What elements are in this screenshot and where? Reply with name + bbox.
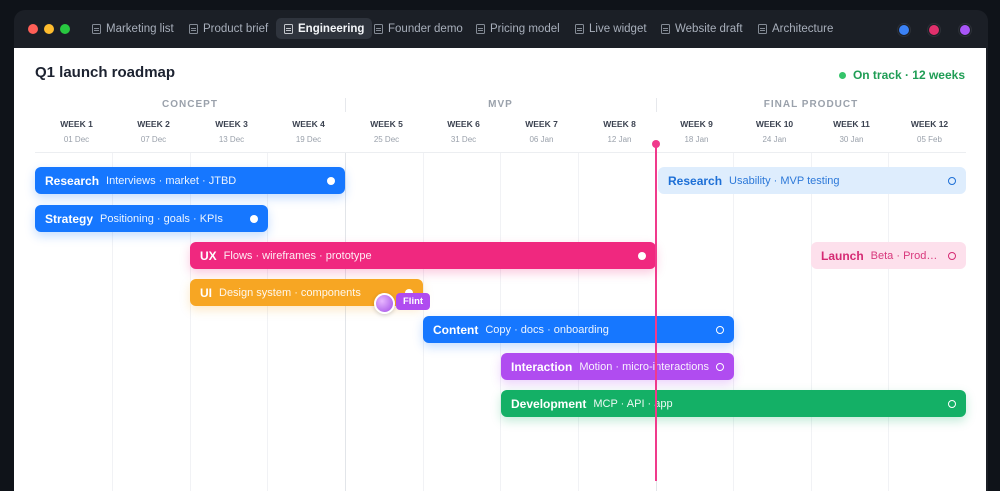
week-date: 07 Dec bbox=[140, 135, 167, 144]
today-marker-line bbox=[655, 143, 657, 481]
roadmap-board: Q1 launch roadmap On track · 12 weeks CO… bbox=[14, 48, 986, 491]
week-label: WEEK 12 bbox=[910, 119, 949, 129]
week-label: WEEK 10 bbox=[755, 119, 794, 129]
document-icon bbox=[476, 23, 485, 34]
phase-label: MVP bbox=[488, 99, 513, 110]
status-circle-icon[interactable] bbox=[716, 325, 724, 334]
status-circle-icon[interactable] bbox=[948, 399, 956, 408]
week-date: 01 Dec bbox=[63, 135, 90, 144]
grid-line bbox=[112, 153, 113, 491]
week-date: 05 Feb bbox=[917, 135, 942, 144]
grid-line bbox=[267, 153, 268, 491]
tab-product-brief[interactable]: Product brief bbox=[181, 18, 276, 39]
collaborator-cursor-avatar bbox=[374, 293, 395, 314]
tab-live-widget[interactable]: Live widget bbox=[567, 18, 655, 39]
collaborator-avatar[interactable] bbox=[959, 24, 971, 36]
task-bar-strategy[interactable]: Strategy Positioning · goals · KPIs bbox=[35, 205, 268, 232]
collaborator-avatar[interactable] bbox=[928, 24, 940, 36]
status-badge: On track · 12 weeks bbox=[838, 68, 965, 82]
tab-engineering[interactable]: Engineering bbox=[276, 18, 373, 39]
status-dot-icon[interactable] bbox=[250, 214, 258, 223]
document-icon bbox=[575, 23, 584, 34]
task-bar-development[interactable]: Development MCP · API · app bbox=[501, 390, 966, 417]
collaborator-cursor-label: Flint bbox=[396, 293, 431, 310]
task-bar-launch[interactable]: LaunchBeta · Product Hunt bbox=[811, 242, 966, 269]
document-icon bbox=[284, 23, 293, 34]
status-dot-icon[interactable] bbox=[638, 251, 646, 260]
collaborator-avatar[interactable] bbox=[898, 24, 910, 36]
status-circle-icon[interactable] bbox=[948, 251, 956, 260]
phase-grid-line bbox=[345, 153, 346, 491]
week-date: 12 Jan bbox=[607, 135, 632, 144]
page-title: Q1 launch roadmap bbox=[35, 64, 176, 81]
phase-label: CONCEPT bbox=[162, 99, 218, 110]
task-bar-interaction[interactable]: Interaction Motion · micro-interactions bbox=[501, 353, 734, 380]
week-label: WEEK 3 bbox=[215, 119, 248, 129]
week-date: 06 Jan bbox=[529, 135, 554, 144]
week-label: WEEK 2 bbox=[137, 119, 170, 129]
minimize-window-button[interactable] bbox=[44, 24, 54, 34]
week-label: WEEK 8 bbox=[603, 119, 636, 129]
task-bar-research-usability[interactable]: Research Usability · MVP testing bbox=[658, 167, 966, 194]
tab-marketing-list[interactable]: Marketing list bbox=[84, 18, 182, 39]
week-label: WEEK 9 bbox=[680, 119, 713, 129]
task-bar-research[interactable]: Research Interviews · market · JTBD bbox=[35, 167, 345, 194]
week-label: WEEK 1 bbox=[60, 119, 93, 129]
status-circle-icon[interactable] bbox=[948, 176, 956, 185]
tab-bar: Marketing list Product brief Engineering… bbox=[14, 10, 988, 48]
week-date: 30 Jan bbox=[839, 135, 864, 144]
week-date: 25 Dec bbox=[373, 135, 400, 144]
document-icon bbox=[758, 23, 767, 34]
tab-architecture[interactable]: Architecture bbox=[750, 18, 841, 39]
week-date: 18 Jan bbox=[684, 135, 709, 144]
phase-label: FINAL PRODUCT bbox=[763, 99, 859, 110]
status-circle-icon[interactable] bbox=[716, 362, 724, 371]
week-label: WEEK 7 bbox=[525, 119, 558, 129]
maximize-window-button[interactable] bbox=[60, 24, 70, 34]
grid-line bbox=[811, 153, 812, 491]
week-label: WEEK 6 bbox=[447, 119, 480, 129]
document-icon bbox=[374, 23, 383, 34]
tab-website-draft[interactable]: Website draft bbox=[653, 18, 751, 39]
document-icon bbox=[661, 23, 670, 34]
week-date: 31 Dec bbox=[450, 135, 477, 144]
week-date: 13 Dec bbox=[218, 135, 245, 144]
week-label: WEEK 11 bbox=[833, 119, 870, 129]
grid-line bbox=[190, 153, 191, 491]
tab-pricing-model[interactable]: Pricing model bbox=[468, 18, 568, 39]
today-marker-handle[interactable] bbox=[652, 140, 660, 148]
status-dot-icon bbox=[838, 71, 846, 79]
task-bar-ux[interactable]: UX Flows · wireframes · prototype bbox=[190, 242, 656, 269]
week-date: 24 Jan bbox=[762, 135, 787, 144]
document-icon bbox=[189, 23, 198, 34]
week-date: 19 Dec bbox=[295, 135, 322, 144]
tab-founder-demo[interactable]: Founder demo bbox=[366, 18, 471, 39]
task-bar-content[interactable]: Content Copy · docs · onboarding bbox=[423, 316, 734, 343]
status-dot-icon[interactable] bbox=[327, 176, 335, 185]
close-window-button[interactable] bbox=[28, 24, 38, 34]
grid-line bbox=[888, 153, 889, 491]
week-label: WEEK 5 bbox=[370, 119, 403, 129]
week-label: WEEK 4 bbox=[292, 119, 325, 129]
document-icon bbox=[92, 23, 101, 34]
